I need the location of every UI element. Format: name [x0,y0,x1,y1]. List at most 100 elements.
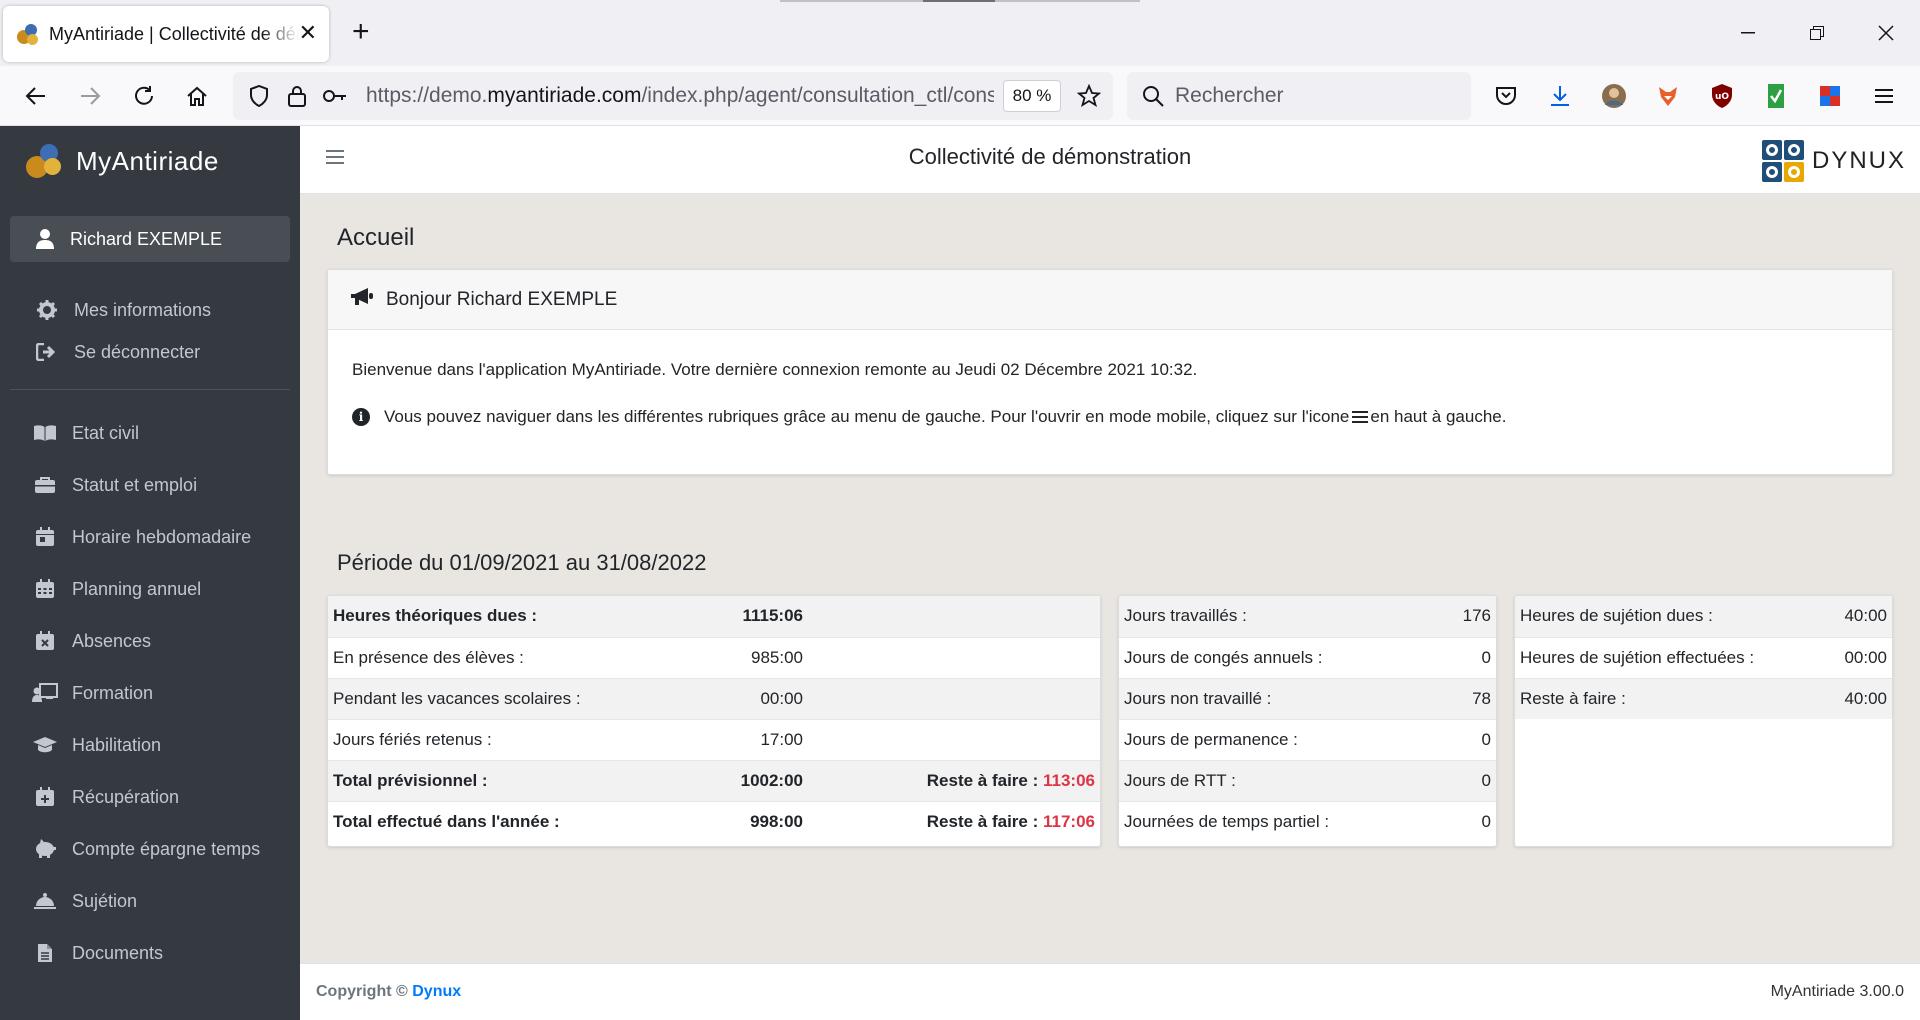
close-window-icon[interactable] [1871,18,1901,48]
menu-bars-icon [1352,411,1369,423]
sidebar-item-mes-informations[interactable]: Mes informations [10,290,290,330]
bookmark-star-icon[interactable] [1073,80,1105,112]
sidebar-item-etat-civil[interactable]: Etat civil [10,413,290,453]
row-value: 0 [1481,811,1491,831]
sujetion-table: Heures de sujétion dues : 40:00 Heures de… [1515,596,1892,719]
sidebar-item-label: Planning annuel [72,578,202,599]
dynux-link[interactable]: Dynux [412,983,461,1000]
sidebar-item-label: Etat civil [72,422,140,443]
info-icon: i [352,408,370,426]
row-value: 1115:06 [648,596,808,638]
row-label: Heures théoriques dues : [328,596,648,638]
table-row: Journées de temps partiel : 0 [1119,801,1496,842]
bell-icon [32,890,58,912]
sidebar-user-name: Richard EXEMPLE [70,228,223,249]
period-title: Période du 01/09/2021 au 31/08/2022 [337,550,707,575]
search-bar[interactable]: Rechercher [1127,72,1471,120]
row-label: Total prévisionnel : [328,760,648,802]
table-row: Jours non travaillé :78 [1119,678,1496,720]
table-row: Jours de permanence :0 [1119,719,1496,761]
minimize-icon[interactable] [1733,18,1763,48]
row-label: Jours de congés annuels : [1119,637,1439,679]
piggy-bank-icon [32,838,58,860]
remaining-label: Reste à faire : [926,770,1039,790]
sidebar-user[interactable]: Richard EXEMPLE [10,216,290,262]
days-table: Jours travaillés :176 Jours de congés an… [1119,596,1496,842]
ublock-icon[interactable]: uO [1706,80,1738,112]
search-placeholder: Rechercher [1175,84,1284,107]
row-label: Heures de sujétion effectuées : [1515,637,1826,679]
row-label: Jours de permanence : [1119,719,1439,761]
sidebar-item-label: Mes informations [74,299,212,320]
profile-avatar-icon[interactable] [1598,80,1630,112]
table-row: Heures théoriques dues : 1115:06 [328,596,1100,638]
calendar-times-icon [32,630,58,652]
reload-icon[interactable] [128,80,160,112]
close-tab-icon[interactable]: ✕ [299,21,317,45]
key-icon[interactable] [319,80,351,112]
sidebar-item-label: Récupération [72,786,180,807]
forward-arrow-icon[interactable] [74,80,106,112]
download-icon[interactable] [1544,80,1576,112]
row-label: En présence des élèves : [328,637,648,679]
sidebar-item-sujetion[interactable]: Sujétion [10,881,290,921]
table-row: En présence des élèves : 985:00 [328,637,1100,679]
row-label: Jours fériés retenus : [328,719,648,761]
fox-extension-icon[interactable] [1652,80,1684,112]
sidebar-item-compte-epargne-temps[interactable]: Compte épargne temps [10,829,290,869]
page-title: Accueil [337,224,415,251]
sidebar-item-recuperation[interactable]: Récupération [10,777,290,817]
copyright: Copyright © Dynux [316,983,461,1001]
welcome-message: Bienvenue dans l'application MyAntiriade… [352,360,1198,379]
gear-icon [34,299,60,321]
sidebar-item-formation[interactable]: Formation [10,673,290,713]
row-value: 00:00 [1825,637,1892,679]
back-arrow-icon[interactable] [20,80,52,112]
row-label: Jours de RTT : [1119,760,1439,802]
search-icon [1137,80,1169,112]
sign-out-icon [34,341,60,363]
user-icon [34,229,56,249]
table-row: Heures de sujétion effectuées :00:00 [1515,637,1892,679]
brand[interactable]: MyAntiriade [0,126,300,196]
svg-text:uO: uO [1715,92,1729,102]
pocket-icon[interactable] [1490,80,1522,112]
color-extension-icon[interactable] [1814,80,1846,112]
row-label: Jours travaillés : [1119,596,1439,638]
welcome-card-header: Bonjour Richard EXEMPLE [328,270,1892,330]
megaphone-icon [350,287,374,313]
restore-icon[interactable] [1802,18,1832,48]
organization-title: Collectivité de démonstration [908,144,1192,169]
table-row: Jours travaillés :176 [1119,596,1496,638]
sidebar-item-absences[interactable]: Absences [10,621,290,661]
url-bar[interactable]: https://demo.myantiriade.com/index.php/a… [233,72,1113,120]
row-value: 40:00 [1825,678,1892,719]
row-label: Heures de sujétion dues : [1515,596,1826,638]
row-label: Journées de temps partiel : [1124,811,1330,831]
browser-tab[interactable]: MyAntiriade | Collectivité de démonstrat… [3,6,329,62]
lock-icon[interactable] [281,80,313,112]
sidebar-item-horaire-hebdomadaire[interactable]: Horaire hebdomadaire [10,517,290,557]
tracking-shield-icon[interactable] [243,80,275,112]
dynux-logo-text: DYNUX [1811,147,1906,174]
row-label: Jours non travaillé : [1119,678,1439,720]
sidebar-item-habilitation[interactable]: Habilitation [10,725,290,765]
zoom-level-button[interactable]: 80 % [1003,80,1061,112]
sidebar-item-planning-annuel[interactable]: Planning annuel [10,569,290,609]
row-label: Pendant les vacances scolaires : [328,678,648,720]
sidebar-item-statut-emploi[interactable]: Statut et emploi [10,465,290,505]
sidebar-item-se-deconnecter[interactable]: Se déconnecter [10,332,290,372]
sidebar-item-label: Se déconnecter [74,341,201,362]
sidebar-item-documents[interactable]: Documents [10,933,290,973]
sidebar-item-label: Documents [72,942,164,963]
row-value: 176 [1438,596,1496,638]
table-row: Jours de congés annuels :0 [1119,637,1496,679]
home-icon[interactable] [181,80,213,112]
row-value: 998:00 [750,811,803,831]
sidebar-item-label: Sujétion [72,890,138,911]
myantiriade-logo-icon [26,142,64,180]
url-text[interactable]: https://demo.myantiriade.com/index.php/a… [366,84,994,108]
checkmark-extension-icon[interactable] [1760,80,1792,112]
browser-menu-icon[interactable] [1868,80,1900,112]
new-tab-icon[interactable]: + [352,16,370,48]
